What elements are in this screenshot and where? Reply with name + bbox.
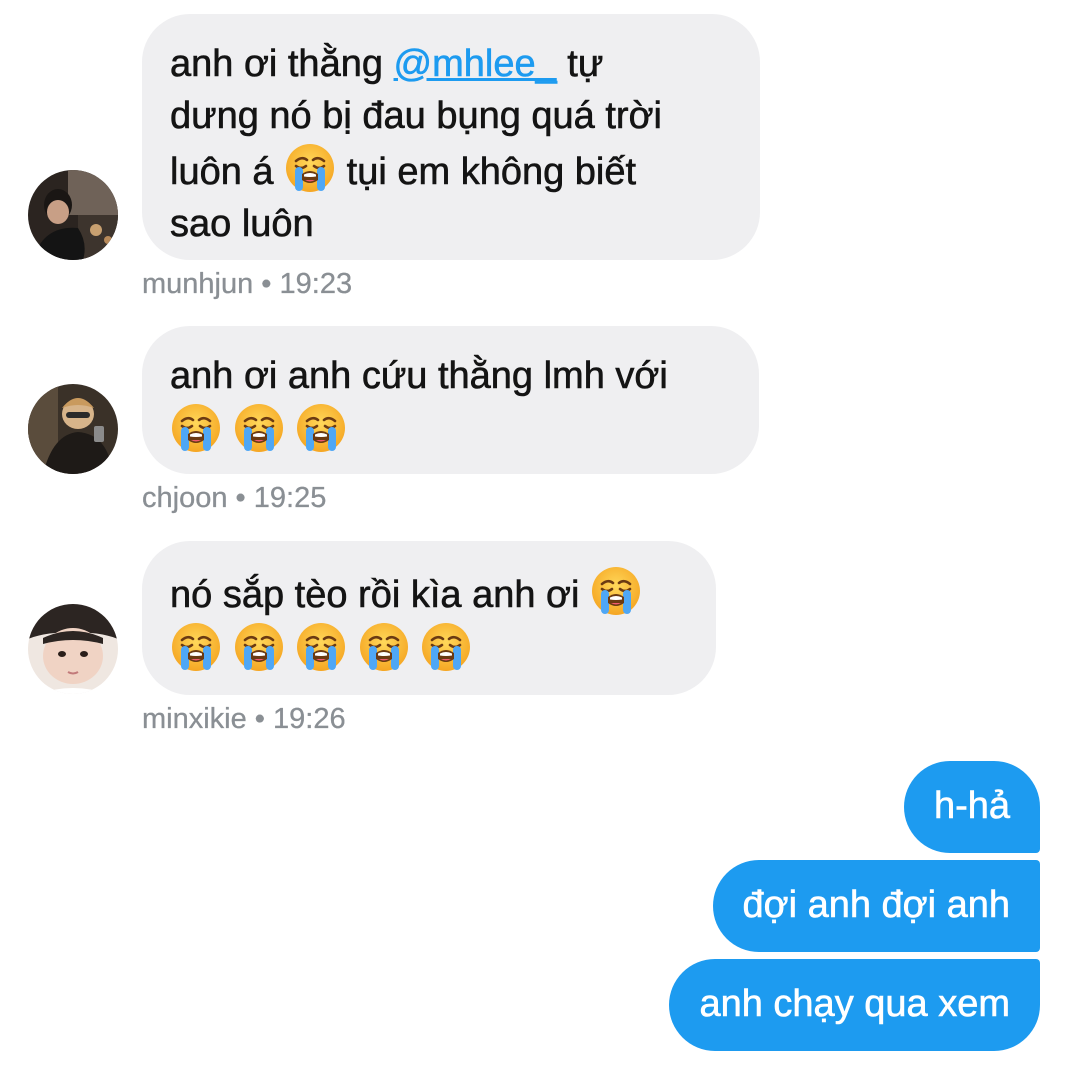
sender-name[interactable]: chjoon: [142, 482, 228, 514]
emoji-row: [170, 402, 729, 458]
meta-separator: •: [227, 482, 254, 514]
message-line: sao luôn: [170, 203, 314, 246]
message-time: 19:25: [253, 482, 327, 514]
avatar-chjoon[interactable]: [28, 384, 118, 474]
meta-separator: •: [253, 268, 280, 300]
loudly-crying-face-emoji: [233, 402, 285, 454]
message-line: anh ơi anh cứu thằng lmh với: [170, 355, 668, 398]
loudly-crying-face-emoji: [590, 565, 642, 617]
loudly-crying-face-emoji: [284, 142, 336, 194]
message-time: 19:23: [279, 268, 353, 300]
outgoing-message-bubble[interactable]: đợi anh đợi anh: [712, 860, 1040, 952]
message-bubble-chjoon[interactable]: anh ơi anh cứu thằng lmh với: [142, 326, 759, 474]
message-text: anh ơi thằng: [170, 43, 394, 86]
outgoing-message-text: anh chạy qua xem: [699, 983, 1010, 1026]
message-bubble-minxikie[interactable]: nó sắp tèo rồi kìa anh ơi: [142, 541, 716, 695]
avatar-minxikie[interactable]: [28, 604, 118, 694]
emoji-row: [170, 621, 686, 677]
outgoing-message-text: đợi anh đợi anh: [742, 884, 1010, 927]
loudly-crying-face-emoji: [295, 621, 347, 673]
message-line: dưng nó bị đau bụng quá trời: [170, 95, 663, 138]
message-line: anh ơi thằng @mhlee_ tự: [170, 38, 730, 90]
outgoing-message-bubble[interactable]: anh chạy qua xem: [669, 959, 1040, 1051]
message-text: tự: [556, 43, 604, 86]
loudly-crying-face-emoji: [233, 621, 285, 673]
message-text: nó sắp tèo rồi kìa anh ơi: [170, 574, 590, 617]
message-text: luôn á: [170, 151, 285, 194]
message-meta: munhjun • 19:23: [142, 268, 352, 301]
message-line: luôn á tụi em không biết: [170, 142, 730, 198]
outgoing-message-bubble[interactable]: h-hả: [903, 761, 1040, 853]
message-line: nó sắp tèo rồi kìa anh ơi: [170, 565, 686, 621]
message-text: tụi em không biết: [336, 151, 637, 194]
sender-name[interactable]: munhjun: [142, 268, 254, 300]
message-meta: chjoon • 19:25: [142, 482, 327, 515]
loudly-crying-face-emoji: [358, 621, 410, 673]
sender-name[interactable]: minxikie: [142, 703, 247, 735]
outgoing-message-text: h-hả: [933, 785, 1011, 828]
loudly-crying-face-emoji: [170, 402, 222, 454]
loudly-crying-face-emoji: [420, 621, 472, 673]
message-meta: minxikie • 19:26: [142, 703, 346, 736]
meta-separator: •: [246, 703, 274, 735]
avatar-munhjun[interactable]: [28, 170, 118, 260]
loudly-crying-face-emoji: [170, 621, 222, 673]
loudly-crying-face-emoji: [295, 402, 347, 454]
message-bubble-munhjun[interactable]: anh ơi thằng @mhlee_ tự dưng nó bị đau b…: [142, 14, 760, 260]
message-time: 19:26: [273, 703, 346, 735]
mention-link[interactable]: @mhlee_: [393, 43, 557, 86]
